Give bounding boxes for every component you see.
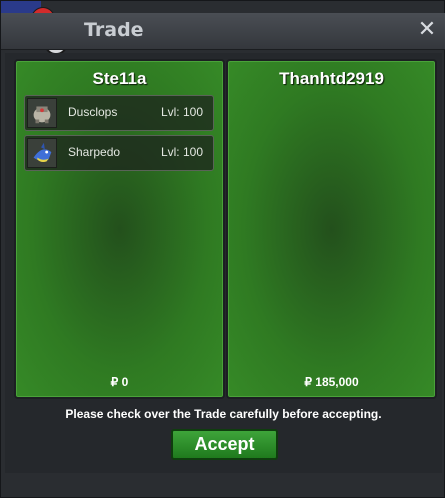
pokemon-level: Lvl: 100 [160,105,203,119]
accept-button[interactable]: Accept [171,429,278,460]
trade-notice: Please check over the Trade carefully be… [65,407,382,421]
sharpedo-sprite-icon [27,138,57,168]
player-name: Ste11a [92,69,147,88]
close-icon[interactable]: ✕ [414,15,440,45]
trade-window: Trade ✕ Ste11a Dusclops Lvl: 100 Sharped… [0,0,445,498]
dusclops-sprite-icon [27,98,57,128]
window-title: Trade [84,19,144,41]
my-offer-panel: Ste11a Dusclops Lvl: 100 Sharpedo Lvl: 1… [14,59,225,399]
pokemon-name: Dusclops [68,105,118,119]
title-bar[interactable]: Trade ✕ [1,13,445,50]
partner-offer-panel: Thanhtd2919 ₽ 185,000 [226,59,437,399]
player-name: Thanhtd2919 [279,69,384,88]
pokemon-level: Lvl: 100 [160,145,203,159]
money-offer: ₽ 185,000 [304,375,359,389]
money-offer: ₽ 0 [110,375,129,389]
pokemon-name: Sharpedo [68,145,121,159]
trade-item[interactable]: Sharpedo Lvl: 100 [24,135,214,171]
trade-item[interactable]: Dusclops Lvl: 100 [24,95,214,131]
